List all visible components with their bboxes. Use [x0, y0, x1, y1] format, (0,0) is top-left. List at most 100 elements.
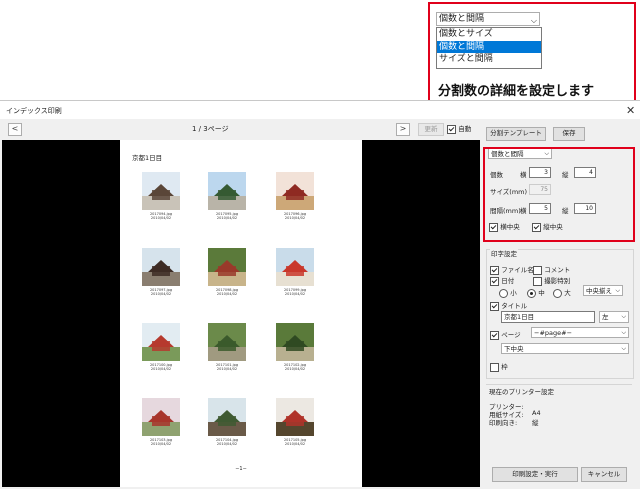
auto-checkbox[interactable]: [447, 124, 456, 134]
page-number-toggle[interactable]: ページ: [490, 329, 521, 340]
page-format-value: −#page#−: [534, 329, 573, 337]
callout-mode-select[interactable]: 個数と間隔 ⌵: [436, 12, 540, 26]
update-label: 更新: [424, 125, 438, 133]
title-bar: インデックス印刷 ✕: [0, 101, 640, 119]
text-align-select[interactable]: 中央揃え ⌵: [583, 285, 623, 296]
photo-date: 2010/04/02: [150, 442, 172, 446]
print-settings-heading: 印字設定: [490, 248, 518, 258]
page-footer: −1−: [235, 466, 247, 472]
frame-checkbox[interactable]: [490, 362, 499, 372]
font-size-radio-mid[interactable]: 中: [527, 287, 545, 298]
next-page-button[interactable]: >: [396, 123, 410, 136]
photo-image: [142, 323, 180, 361]
printer-heading: 現在のプリンター設定: [489, 388, 554, 396]
callout-select-value: 個数と間隔: [439, 14, 485, 24]
photo-image: [276, 248, 314, 286]
shoot-special-checkbox[interactable]: [533, 276, 542, 286]
photo-image: [142, 248, 180, 286]
photo-image: [276, 323, 314, 361]
photo-thumbnail: 2017100.jpg 2010/04/02: [142, 323, 180, 371]
filename-label: ファイル名: [501, 266, 534, 274]
prev-page-button[interactable]: <: [8, 123, 22, 136]
photo-date: 2010/04/02: [284, 367, 306, 371]
callout-option[interactable]: 個数と間隔: [437, 40, 541, 53]
page-indicator: 1 / 3ページ: [192, 125, 229, 133]
photo-image: [142, 398, 180, 436]
radio-large[interactable]: [553, 288, 562, 298]
chevron-left-icon: <: [11, 124, 19, 133]
photo-image: [276, 172, 314, 210]
page-format-select[interactable]: −#page#− ⌵: [531, 327, 629, 338]
frame-toggle[interactable]: 枠: [490, 361, 508, 372]
layout-settings-highlight: [483, 147, 635, 242]
chevron-down-icon: ⌵: [615, 287, 620, 294]
photo-date: 2010/04/02: [216, 216, 238, 220]
date-checkbox[interactable]: [490, 276, 499, 286]
chevron-down-icon: ⌵: [621, 313, 626, 320]
frame-label: 枠: [501, 363, 508, 371]
title-align-select[interactable]: 左 ⌵: [599, 311, 629, 323]
page-header: 京都1日目: [132, 154, 163, 162]
radio-mid-label: 中: [538, 289, 545, 297]
print-settings-group: 印字設定 ファイル名 コメント 日付 撮影特別 小 中 大 中央揃え ⌵ タイト…: [486, 248, 634, 379]
filename-checkbox[interactable]: [490, 265, 499, 275]
radio-mid[interactable]: [527, 288, 536, 298]
photo-date: 2010/04/02: [216, 442, 238, 446]
paper-size-value: A4: [532, 409, 541, 417]
title-checkbox[interactable]: [490, 301, 499, 311]
close-icon[interactable]: ✕: [626, 104, 635, 117]
photo-thumbnail: 2017094.jpg 2010/04/02: [142, 172, 180, 220]
title-toggle[interactable]: タイトル: [490, 300, 527, 311]
photo-thumbnail: 2017098.jpg 2010/04/02: [208, 248, 246, 296]
font-size-radio-large[interactable]: 大: [553, 287, 571, 298]
date-label: 日付: [501, 277, 515, 285]
photo-thumbnail: 2017099.jpg 2010/04/02: [276, 248, 314, 296]
page-number-label: ページ: [501, 331, 521, 339]
photo-date: 2010/04/02: [216, 367, 238, 371]
printer-settings-group: 現在のプリンター設定 プリンター: 用紙サイズ: A4 印刷向き: 縦: [486, 384, 632, 445]
filename-toggle[interactable]: ファイル名: [490, 264, 534, 275]
photo-date: 2010/04/02: [216, 292, 238, 296]
photo-thumbnail: 2017096.jpg 2010/04/02: [276, 172, 314, 220]
callout-option[interactable]: 個数とサイズ: [437, 28, 541, 41]
callout-description: 分割数の詳細を設定します: [438, 84, 595, 99]
template-button[interactable]: 分割テンプレート: [486, 127, 546, 141]
chevron-down-icon: ⌵: [530, 16, 537, 25]
photo-date: 2010/04/02: [150, 216, 172, 220]
font-size-radio-small[interactable]: 小: [499, 287, 517, 298]
date-toggle[interactable]: 日付: [490, 275, 514, 286]
shoot-special-toggle[interactable]: 撮影特別: [533, 275, 570, 286]
comment-toggle[interactable]: コメント: [533, 264, 570, 275]
chevron-down-icon: ⌵: [621, 329, 626, 336]
page-position-select[interactable]: 下中央 ⌵: [501, 343, 629, 354]
photo-thumbnail: 2017101.jpg 2010/04/02: [208, 323, 246, 371]
chevron-right-icon: >: [399, 124, 407, 133]
photo-image: [208, 323, 246, 361]
title-align-value: 左: [602, 313, 609, 321]
photo-thumbnail: 2017097.jpg 2010/04/02: [142, 248, 180, 296]
photo-thumbnail: 2017095.jpg 2010/04/02: [208, 172, 246, 220]
print-execute-label: 印刷設定・実行: [512, 470, 558, 478]
photo-thumbnail: 2017102.jpg 2010/04/02: [276, 323, 314, 371]
cancel-label: キャンセル: [587, 470, 621, 478]
save-label: 保存: [562, 129, 576, 137]
auto-toggle[interactable]: 自動: [447, 123, 471, 134]
callout-option[interactable]: サイズと間隔: [437, 53, 541, 66]
cancel-button[interactable]: キャンセル: [581, 467, 627, 482]
photo-date: 2010/04/02: [150, 367, 172, 371]
callout-dropdown-list: 個数とサイズ 個数と間隔 サイズと間隔: [436, 27, 542, 69]
orientation-value: 縦: [532, 419, 539, 427]
index-print-window: インデックス印刷 ✕ < 1 / 3ページ > 更新 自動 分割テンプレート 保…: [0, 100, 640, 489]
page-number-checkbox[interactable]: [490, 330, 499, 340]
title-input[interactable]: 京都1日目: [501, 311, 595, 323]
comment-checkbox[interactable]: [533, 265, 542, 275]
text-align-value: 中央揃え: [586, 287, 612, 295]
comment-label: コメント: [544, 266, 571, 274]
photo-image: [208, 248, 246, 286]
print-execute-button[interactable]: 印刷設定・実行: [492, 467, 578, 482]
photo-image: [208, 172, 246, 210]
update-button[interactable]: 更新: [418, 123, 444, 136]
photo-image: [208, 398, 246, 436]
save-button[interactable]: 保存: [553, 127, 585, 141]
radio-small[interactable]: [499, 288, 508, 298]
